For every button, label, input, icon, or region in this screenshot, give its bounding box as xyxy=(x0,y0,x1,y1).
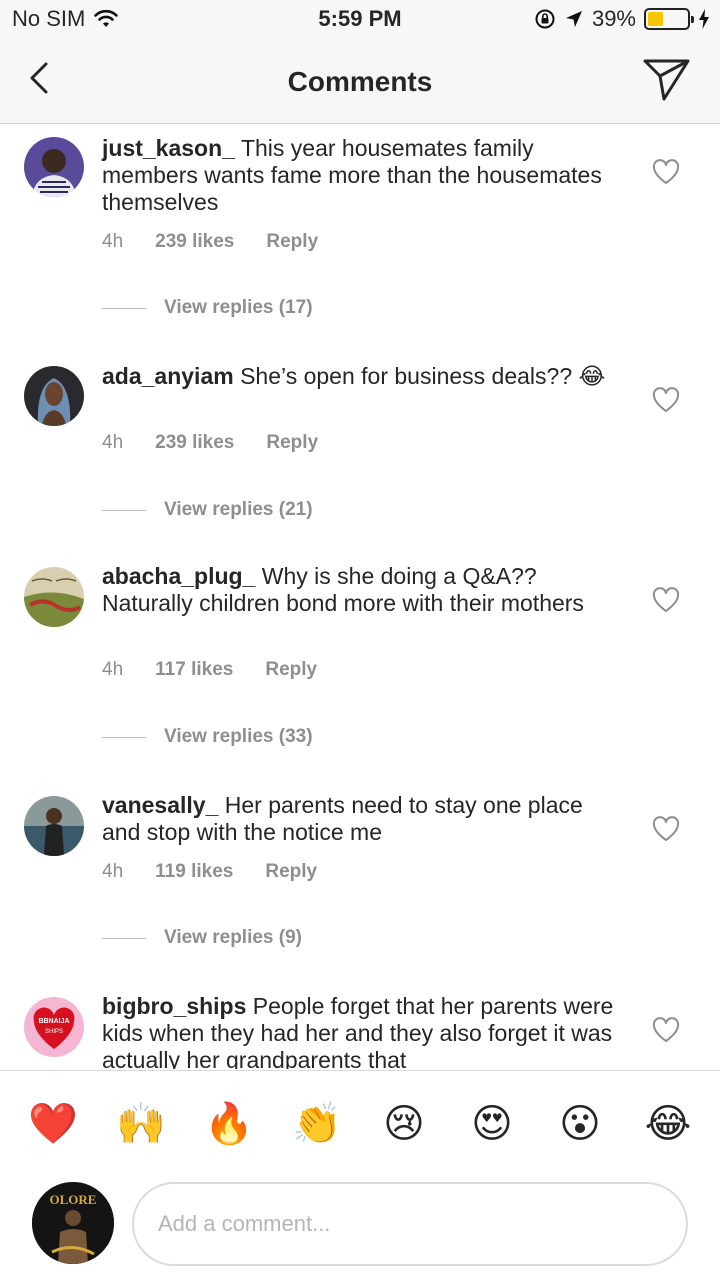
emoji-heart-eyes-button[interactable]: 😍 xyxy=(468,1101,516,1147)
view-replies-label: View replies (33) xyxy=(164,726,313,747)
comment-text: vanesally_ Her parents need to stay one … xyxy=(102,792,622,846)
comment-likes[interactable]: 119 likes xyxy=(155,861,233,883)
comment-username[interactable]: abacha_plug_ xyxy=(102,563,255,589)
comment-likes[interactable]: 239 likes xyxy=(155,432,234,454)
page-title: Comments xyxy=(287,66,433,97)
like-heart-icon[interactable] xyxy=(652,159,680,185)
reply-button[interactable]: Reply xyxy=(266,432,318,454)
battery-icon xyxy=(644,8,694,30)
comment-input[interactable] xyxy=(132,1182,688,1266)
comment-time: 4h xyxy=(102,432,124,453)
divider xyxy=(102,307,146,309)
status-bar: No SIM 5:59 PM 39% xyxy=(0,0,720,40)
header: Comments xyxy=(0,40,720,124)
comment-username[interactable]: just_kason_ xyxy=(102,135,235,161)
divider xyxy=(102,509,146,511)
view-replies-button[interactable]: View replies (21) xyxy=(102,499,313,521)
comment-username[interactable]: bigbro_ships xyxy=(102,993,246,1019)
emoji-laughing-button[interactable]: 😂 xyxy=(644,1101,692,1147)
view-replies-label: View replies (21) xyxy=(164,499,313,520)
my-avatar-brand-text: OLORE xyxy=(50,1192,97,1207)
emoji-bar: ❤️ 🙌 🔥 👏 😢 😍 😮 😂 xyxy=(0,1070,720,1170)
orientation-lock-icon xyxy=(535,9,555,29)
view-replies-label: View replies (9) xyxy=(164,927,302,948)
comment-time: 4h xyxy=(102,231,124,252)
emoji-clap-button[interactable]: 👏 xyxy=(292,1101,342,1147)
view-replies-button[interactable]: View replies (33) xyxy=(102,726,313,748)
reply-button[interactable]: Reply xyxy=(266,231,318,253)
comment-text: just_kason_ This year housemates family … xyxy=(102,135,622,216)
comment-meta: 4h 119 likes Reply xyxy=(102,861,349,883)
emoji-raised-hands-button[interactable]: 🙌 xyxy=(116,1101,166,1147)
avatar[interactable] xyxy=(24,567,84,627)
comment-likes[interactable]: 239 likes xyxy=(155,231,234,253)
status-right: 39% xyxy=(534,6,710,32)
divider xyxy=(102,937,146,939)
avatar[interactable] xyxy=(24,366,84,426)
like-heart-icon[interactable] xyxy=(652,816,680,842)
view-replies-label: View replies (17) xyxy=(164,297,313,318)
comment-username[interactable]: vanesally_ xyxy=(102,792,218,818)
comment-meta: 4h 239 likes Reply xyxy=(102,432,350,454)
emoji-fire-button[interactable]: 🔥 xyxy=(204,1101,254,1147)
reply-button[interactable]: Reply xyxy=(265,659,317,681)
emoji-crying-button[interactable]: 😢 xyxy=(380,1101,428,1147)
my-avatar: OLORE xyxy=(32,1182,114,1264)
comments-list: just_kason_ This year housemates family … xyxy=(0,125,720,1069)
comment-username[interactable]: ada_anyiam xyxy=(102,363,234,389)
avatar[interactable] xyxy=(24,796,84,856)
comment-meta: 4h 239 likes Reply xyxy=(102,231,350,253)
view-replies-button[interactable]: View replies (17) xyxy=(102,297,313,319)
like-heart-icon[interactable] xyxy=(652,587,680,613)
comment-time: 4h xyxy=(102,861,124,882)
avatar[interactable]: BBNAIJA SHIPS xyxy=(24,997,84,1057)
comment-time: 4h xyxy=(102,659,124,680)
comment-composer: OLORE xyxy=(0,1170,720,1280)
comment-text: abacha_plug_ Why is she doing a Q&A?? Na… xyxy=(102,563,622,617)
comment-likes[interactable]: 117 likes xyxy=(155,659,233,681)
charging-icon xyxy=(699,9,709,29)
comment-text: ada_anyiam She’s open for business deals… xyxy=(102,363,622,390)
location-icon xyxy=(565,11,582,27)
comment-meta: 4h 117 likes Reply xyxy=(102,659,349,681)
comment-message: She’s open for business deals?? 😂 xyxy=(240,363,606,389)
like-heart-icon[interactable] xyxy=(652,1017,680,1043)
battery-fill xyxy=(648,12,663,26)
reply-button[interactable]: Reply xyxy=(265,861,317,883)
emoji-surprised-button[interactable]: 😮 xyxy=(556,1101,604,1147)
view-replies-button[interactable]: View replies (9) xyxy=(102,927,302,949)
avatar-brand-text: BBNAIJA xyxy=(38,1018,69,1025)
emoji-heart-button[interactable]: ❤️ xyxy=(28,1101,78,1147)
avatar[interactable] xyxy=(24,137,84,197)
divider xyxy=(102,736,146,738)
like-heart-icon[interactable] xyxy=(652,387,680,413)
comment-text: bigbro_ships People forget that her pare… xyxy=(102,993,622,1069)
battery-percent: 39% xyxy=(591,6,636,31)
send-icon[interactable] xyxy=(642,56,692,102)
avatar-brand-subtext: SHIPS xyxy=(45,1029,63,1035)
